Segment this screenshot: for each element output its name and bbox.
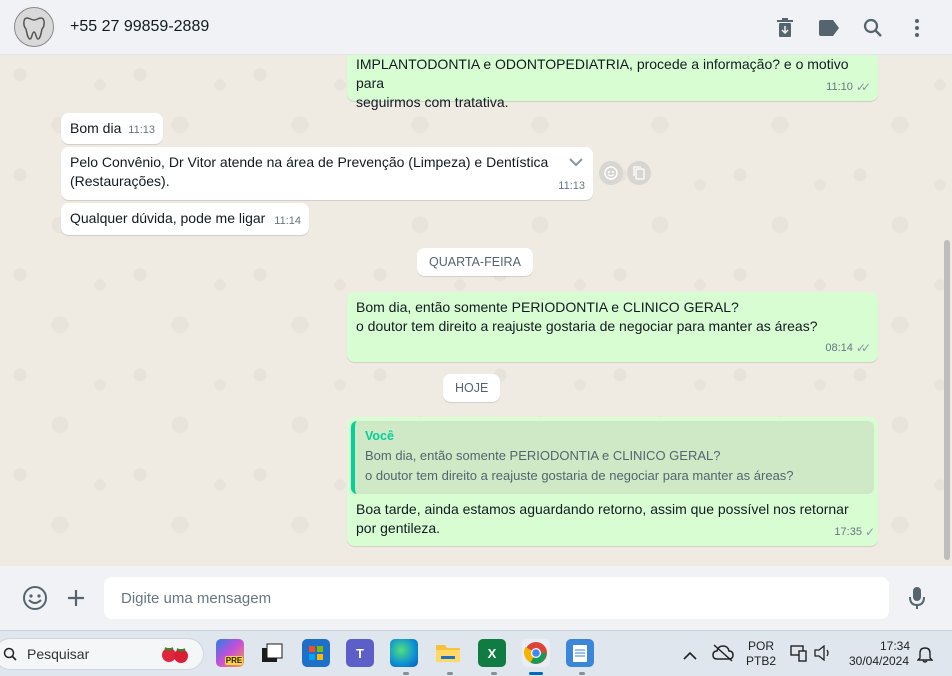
app-running-indicator — [579, 672, 585, 675]
widgets-icon[interactable] — [258, 639, 286, 667]
message-text: Boa tarde, ainda estamos aguardando reto… — [356, 501, 849, 536]
delete-icon[interactable] — [774, 17, 796, 39]
taskbar-search[interactable]: Pesquisar — [0, 638, 204, 670]
message-text: Bom dia, então somente PERIODONTIA e CLI… — [356, 299, 818, 334]
quote-author: Você — [365, 429, 394, 443]
chrome-icon[interactable] — [522, 639, 550, 667]
input-language[interactable]: POR PTB2 — [746, 639, 776, 669]
composer — [0, 566, 952, 630]
teams-icon[interactable]: T — [346, 639, 374, 667]
sent-check-icon: ✓ — [864, 525, 875, 539]
outgoing-message[interactable]: IMPLANTODONTIA e ODONTOPEDIATRIA, proced… — [347, 55, 878, 110]
contact-avatar[interactable] — [14, 7, 54, 47]
strawberry-icon — [159, 644, 191, 667]
app-active-indicator — [529, 672, 543, 675]
message-input[interactable] — [104, 577, 889, 619]
excel-icon[interactable]: X — [478, 639, 506, 667]
app-running-indicator — [403, 672, 409, 675]
message-time: 11:13 — [558, 180, 585, 192]
message-text: IMPLANTODONTIA e ODONTOPEDIATRIA, proced… — [356, 56, 849, 110]
windows-taskbar: Pesquisar PRE T X POR PTB2 17:34 30/04/2… — [0, 630, 952, 676]
microsoft-store-icon[interactable] — [302, 639, 330, 667]
notification-bell-icon[interactable] — [916, 645, 934, 666]
taskbar-search-label: Pesquisar — [27, 646, 90, 662]
chat-header: +55 27 99859-2889 — [0, 0, 952, 55]
outgoing-message[interactable]: Você Bom dia, então somente PERIODONTIA … — [347, 417, 878, 546]
outgoing-message[interactable]: Bom dia, então somente PERIODONTIA e CLI… — [347, 292, 878, 362]
emoji-icon[interactable] — [17, 580, 53, 616]
copilot-icon[interactable]: PRE — [216, 639, 244, 667]
search-icon[interactable] — [862, 17, 884, 39]
attach-plus-icon[interactable] — [58, 580, 94, 616]
message-time: 11:10 — [826, 81, 853, 93]
incoming-message[interactable]: Bom dia 11:13 — [61, 113, 163, 144]
message-text: Pelo Convênio, Dr Vitor atende na área d… — [70, 154, 549, 189]
read-receipt-icon: ✓✓ — [855, 80, 871, 94]
menu-icon[interactable] — [906, 17, 928, 39]
message-meta: 17:35 ✓ — [834, 523, 875, 542]
message-text: Bom dia — [70, 120, 122, 136]
quote-text: Bom dia, então somente PERIODONTIA e CLI… — [365, 448, 794, 483]
message-time: 08:14 — [825, 342, 853, 354]
label-icon[interactable] — [818, 17, 840, 39]
cloud-off-icon[interactable] — [712, 644, 734, 665]
search-icon — [3, 647, 17, 661]
quoted-message[interactable]: Você Bom dia, então somente PERIODONTIA … — [351, 421, 874, 494]
microphone-icon[interactable] — [899, 580, 935, 616]
message-meta: 11:10 ✓✓ — [826, 78, 871, 97]
edge-icon[interactable] — [390, 639, 418, 667]
react-emoji-icon[interactable] — [599, 161, 623, 185]
incoming-message[interactable]: Pelo Convênio, Dr Vitor atende na área d… — [61, 147, 593, 200]
clock[interactable]: 17:34 30/04/2024 — [840, 639, 918, 669]
read-receipt-icon: ✓✓ — [855, 341, 871, 355]
message-meta: 08:14 ✓✓ — [825, 339, 871, 358]
message-list[interactable]: IMPLANTODONTIA e ODONTOPEDIATRIA, proced… — [0, 55, 952, 566]
network-icon[interactable] — [790, 644, 808, 665]
message-text: Qualquer dúvida, pode me ligar — [70, 210, 266, 226]
message-time: 17:35 — [834, 526, 862, 538]
incoming-message[interactable]: Qualquer dúvida, pode me ligar 11:14 — [61, 203, 309, 235]
day-separator: QUARTA-FEIRA — [417, 248, 533, 276]
chevron-down-icon[interactable] — [569, 153, 583, 172]
clock-time: 17:34 — [879, 639, 910, 653]
app-running-indicator — [447, 672, 453, 675]
chevron-up-icon[interactable] — [683, 647, 697, 663]
message-time: 11:14 — [274, 215, 301, 227]
day-separator: HOJE — [443, 374, 501, 402]
app-running-indicator — [491, 672, 497, 675]
tooth-icon — [23, 17, 45, 40]
volume-icon[interactable] — [814, 644, 832, 664]
scrollbar[interactable] — [944, 240, 950, 560]
contact-name[interactable]: +55 27 99859-2889 — [70, 18, 209, 36]
notepad-icon[interactable] — [566, 639, 594, 667]
copy-icon[interactable] — [627, 161, 651, 185]
clock-date: 30/04/2024 — [848, 654, 910, 668]
message-time: 11:13 — [128, 124, 155, 136]
file-explorer-icon[interactable] — [434, 639, 462, 667]
